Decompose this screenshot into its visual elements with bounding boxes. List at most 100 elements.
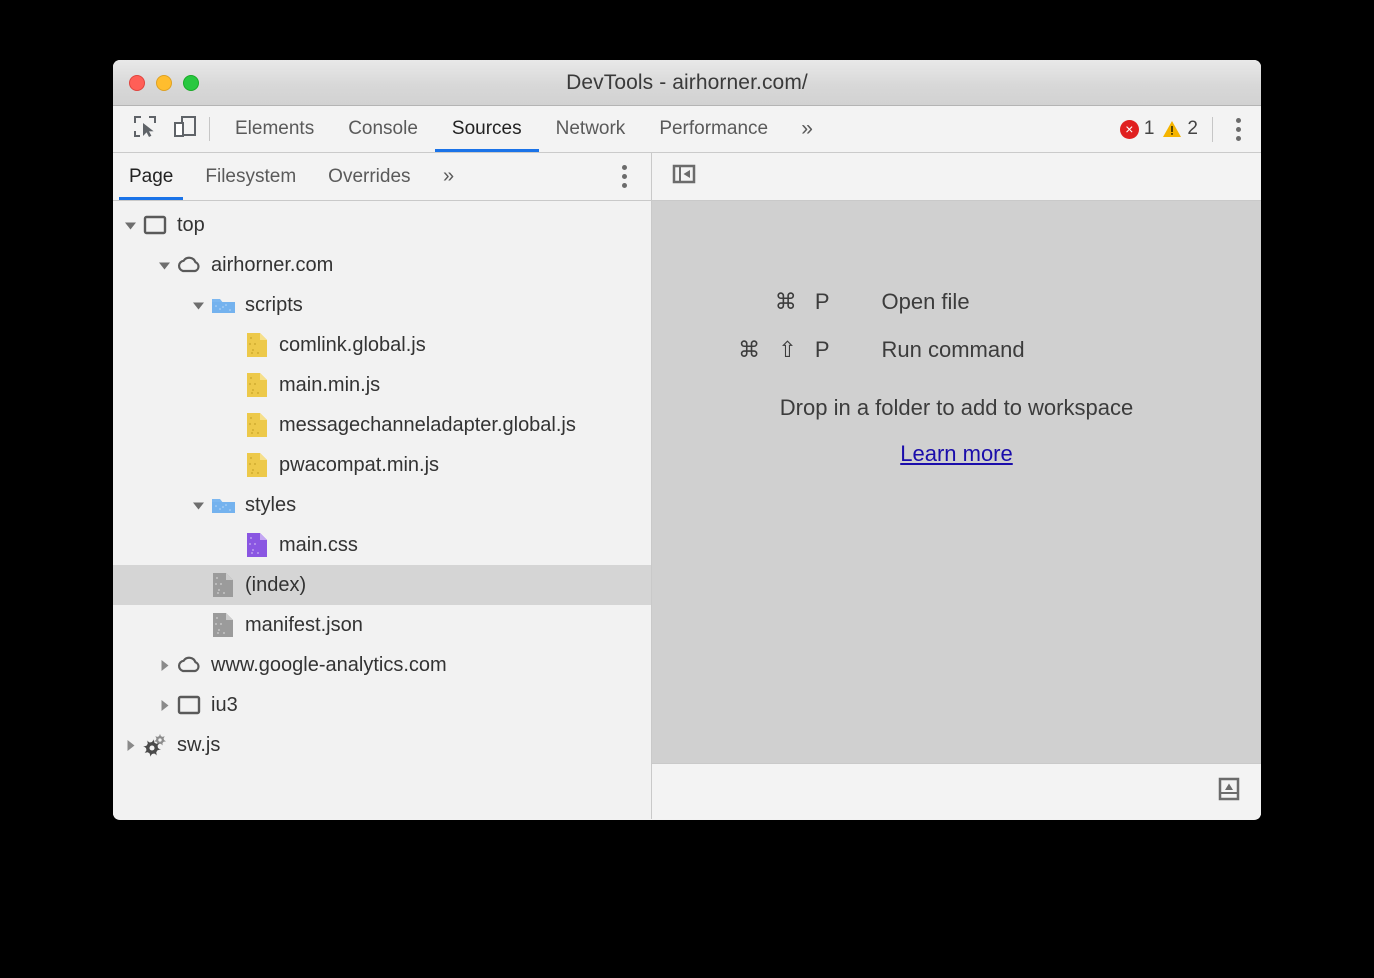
navigator-tab-strip: Page Filesystem Overrides »: [113, 153, 651, 201]
document-file-icon: [209, 612, 237, 638]
tree-item-sw-js[interactable]: sw.js: [113, 725, 651, 765]
tree-item-label: airhorner.com: [211, 255, 333, 275]
tree-item-main-min-js[interactable]: main.min.js: [113, 365, 651, 405]
window-titlebar: DevTools - airhorner.com/: [113, 60, 1261, 106]
learn-more-link[interactable]: Learn more: [900, 441, 1013, 467]
show-drawer-button[interactable]: [1215, 775, 1243, 808]
tree-item-label: styles: [245, 495, 296, 515]
js-file-icon: [243, 372, 271, 398]
tree-item-scripts[interactable]: scripts: [113, 285, 651, 325]
chevron-right-icon[interactable]: [153, 659, 175, 672]
folder-icon: [209, 495, 237, 515]
tree-item-label: comlink.global.js: [279, 335, 426, 355]
chevron-right-icon[interactable]: [119, 739, 141, 752]
show-navigator-button[interactable]: [670, 160, 698, 193]
tree-item-messagechanneladapter-global-js[interactable]: messagechanneladapter.global.js: [113, 405, 651, 445]
devtools-main-toolbar: Elements Console Sources Network Perform…: [113, 106, 1261, 153]
tree-item-label: main.css: [279, 535, 358, 555]
navigator-overflow-button[interactable]: »: [427, 153, 471, 200]
error-count: 1: [1144, 118, 1163, 140]
tree-item-label: main.min.js: [279, 375, 380, 395]
cloud-icon: [175, 255, 203, 275]
tab-overflow-button[interactable]: »: [785, 106, 829, 152]
tree-item-styles[interactable]: styles: [113, 485, 651, 525]
sources-panel-body: Page Filesystem Overrides » topairhorner: [113, 153, 1261, 819]
tab-network[interactable]: Network: [539, 106, 643, 152]
css-file-icon: [243, 532, 271, 558]
toolbar-divider: [209, 117, 210, 141]
tab-sources[interactable]: Sources: [435, 106, 539, 152]
frame-icon: [141, 214, 169, 236]
workspace-drop-hint: Drop in a folder to add to workspace: [780, 395, 1133, 421]
inspect-element-button[interactable]: [125, 109, 165, 149]
tab-elements-label: Elements: [235, 118, 314, 140]
editor-status-bar: [652, 763, 1261, 819]
tree-item-label: messagechanneladapter.global.js: [279, 415, 576, 435]
tree-item-label: top: [177, 215, 205, 235]
shortcut-run-command-keys: ⌘ ⇧ P: [732, 337, 882, 363]
tree-item-airhorner-com[interactable]: airhorner.com: [113, 245, 651, 285]
chevron-down-icon[interactable]: [153, 259, 175, 272]
chevron-down-icon[interactable]: [119, 219, 141, 232]
main-menu-button[interactable]: [1225, 114, 1251, 144]
shortcut-open-file-label: Open file: [882, 289, 1182, 315]
editor-pane: ⌘ P Open file ⌘ ⇧ P Run command Drop in …: [652, 153, 1261, 819]
panel-tab-strip: Elements Console Sources Network Perform…: [218, 106, 829, 152]
document-file-icon: [209, 572, 237, 598]
tab-performance[interactable]: Performance: [642, 106, 785, 152]
tree-item-label: (index): [245, 575, 306, 595]
editor-toolbar: [652, 153, 1261, 201]
toolbar-right-group: × 1 2: [1120, 114, 1261, 144]
more-options-icon: [622, 165, 627, 170]
tree-item-pwacompat-min-js[interactable]: pwacompat.min.js: [113, 445, 651, 485]
folder-icon: [209, 295, 237, 315]
shortcut-open-file: ⌘ P Open file: [732, 289, 1182, 315]
service-worker-icon: [141, 733, 169, 757]
cloud-icon: [175, 655, 203, 675]
toolbar-right-divider: [1212, 117, 1213, 142]
nav-tab-overrides[interactable]: Overrides: [312, 153, 426, 200]
window-title: DevTools - airhorner.com/: [113, 71, 1261, 95]
chevron-right-icon[interactable]: [153, 699, 175, 712]
js-file-icon: [243, 412, 271, 438]
warning-count-button[interactable]: 2: [1162, 118, 1206, 140]
editor-empty-state: ⌘ P Open file ⌘ ⇧ P Run command Drop in …: [652, 201, 1261, 763]
chevron-down-icon[interactable]: [187, 299, 209, 312]
chevron-double-right-icon: »: [801, 117, 813, 141]
js-file-icon: [243, 452, 271, 478]
tab-sources-label: Sources: [452, 118, 522, 140]
more-options-icon: [1236, 118, 1241, 123]
warning-icon: [1162, 120, 1182, 138]
tree-item-label: scripts: [245, 295, 303, 315]
warning-count: 2: [1187, 118, 1206, 140]
tree-item-iu3[interactable]: iu3: [113, 685, 651, 725]
tree-item-manifest-json[interactable]: manifest.json: [113, 605, 651, 645]
tree-item-index[interactable]: (index): [113, 565, 651, 605]
tree-item-label: sw.js: [177, 735, 220, 755]
tab-console[interactable]: Console: [331, 106, 435, 152]
tree-item-label: pwacompat.min.js: [279, 455, 439, 475]
chevron-down-icon[interactable]: [187, 499, 209, 512]
js-file-icon: [243, 332, 271, 358]
device-toolbar-icon: [172, 114, 198, 145]
tree-item-www-google-analytics-com[interactable]: www.google-analytics.com: [113, 645, 651, 685]
tree-item-label: www.google-analytics.com: [211, 655, 447, 675]
shortcut-open-file-keys: ⌘ P: [732, 289, 882, 315]
shortcut-run-command: ⌘ ⇧ P Run command: [732, 337, 1182, 363]
navigator-pane: Page Filesystem Overrides » topairhorner: [113, 153, 652, 819]
tree-item-top[interactable]: top: [113, 205, 651, 245]
error-count-button[interactable]: × 1: [1120, 118, 1163, 140]
tree-item-main-css[interactable]: main.css: [113, 525, 651, 565]
nav-tab-page[interactable]: Page: [113, 153, 189, 200]
shortcut-run-command-label: Run command: [882, 337, 1182, 363]
navigator-menu-button[interactable]: [611, 162, 637, 192]
tab-elements[interactable]: Elements: [218, 106, 331, 152]
tree-item-label: manifest.json: [245, 615, 363, 635]
device-toolbar-button[interactable]: [165, 109, 205, 149]
nav-tab-page-label: Page: [129, 166, 173, 188]
tree-item-comlink-global-js[interactable]: comlink.global.js: [113, 325, 651, 365]
devtools-window: DevTools - airhorner.com/ Element: [113, 60, 1261, 820]
error-icon: ×: [1120, 120, 1139, 139]
nav-tab-filesystem[interactable]: Filesystem: [189, 153, 312, 200]
navigator-menu-wrap: [611, 162, 651, 192]
